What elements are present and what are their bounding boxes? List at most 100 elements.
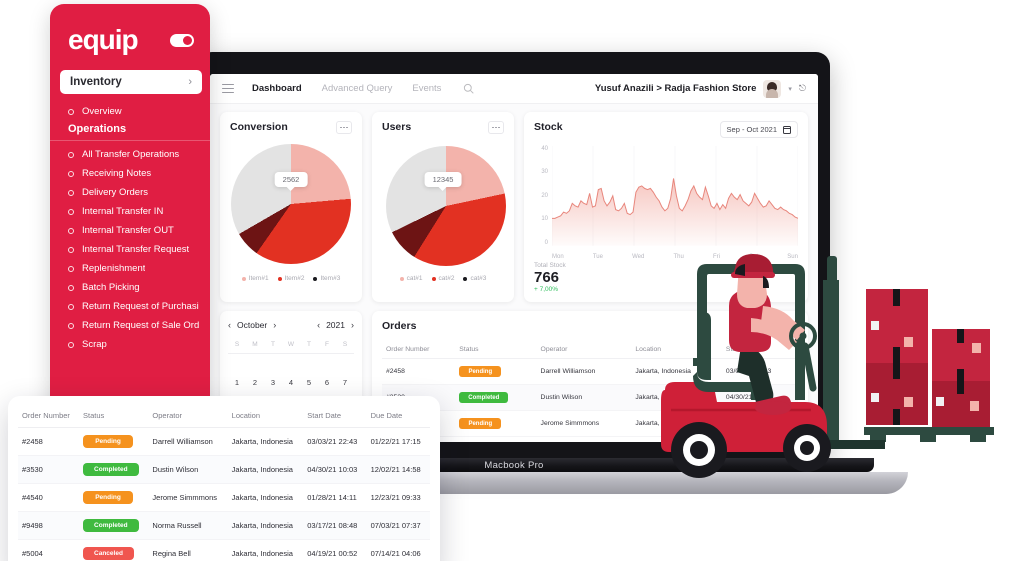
cell-start-date: 04/30/21 10:03 [303, 455, 367, 484]
cell-start-date: 01/28/21 14:11 [303, 483, 367, 512]
column-header[interactable]: Status [455, 341, 537, 359]
topbar-user-area: Yusuf Anazili > Radja Fashion Store ▾ ⎋ [594, 79, 806, 98]
calendar-day[interactable]: 7 [336, 374, 354, 391]
calendar-day-empty: . [336, 357, 354, 374]
tab-dashboard[interactable]: Dashboard [252, 83, 302, 94]
legend-color-dot [313, 276, 318, 281]
cell-order-number: #5004 [18, 539, 80, 561]
calendar-day[interactable]: 1 [228, 374, 246, 391]
column-header[interactable]: Operator [536, 341, 632, 359]
calendar-day[interactable]: 6 [318, 374, 336, 391]
table-row[interactable]: #4540Pending Jerome SimmmonsJakarta, Indo… [18, 483, 430, 512]
stacked-boxes-illustration [864, 289, 994, 442]
hamburger-icon[interactable] [222, 83, 234, 94]
x-tick-label: Wed [632, 253, 645, 260]
bullet-icon [68, 108, 74, 115]
y-tick-label: 30 [541, 169, 548, 176]
sidebar-item[interactable]: Delivery Orders [50, 183, 210, 202]
cell-operator: Dustin Wilson [148, 455, 228, 484]
tab-events[interactable]: Events [412, 83, 441, 94]
sidebar-item[interactable]: Internal Transfer OUT [50, 221, 210, 240]
stock-chart: 403020100 MonTueWedThuFriSatSun [534, 146, 799, 260]
cell-operator: Darrell Williamson [536, 358, 632, 385]
cell-start-date: 04/19/21 00:52 [303, 539, 367, 561]
sidebar-item[interactable]: Internal Transfer IN [50, 202, 210, 221]
cell-operator: Regina Bell [148, 539, 228, 561]
sidebar-item[interactable]: Replenishment [50, 259, 210, 278]
avatar[interactable] [763, 79, 782, 98]
cell-due-date: 07/03/21 07:37 [366, 511, 430, 540]
sidebar-item[interactable]: Return Request of Sale Ord [50, 316, 210, 335]
y-tick-label: 10 [541, 216, 548, 223]
cell-status: Pending [79, 483, 149, 512]
legend-label: cat#1 [406, 275, 423, 282]
status-badge: Pending [455, 410, 537, 437]
chevron-left-icon[interactable]: ‹ [317, 320, 320, 330]
power-icon[interactable]: ⎋ [799, 83, 806, 94]
divider [228, 353, 354, 354]
app-topbar: Dashboard Advanced Query Events Yusuf An… [210, 74, 818, 104]
sidebar: equip Inventory › Overview Operations Al… [50, 4, 210, 414]
legend-color-dot [399, 276, 404, 281]
cell-operator: Jerome Simmmons [148, 483, 228, 512]
more-options-icon[interactable] [488, 121, 504, 134]
bullet-icon [68, 208, 74, 215]
sidebar-item[interactable]: Internal Transfer Request [50, 240, 210, 259]
bullet-icon [68, 341, 74, 348]
legend-color-dot [277, 276, 282, 281]
calendar-dow-label: W [287, 341, 295, 348]
sidebar-item[interactable]: All Transfer Operations [50, 145, 210, 164]
column-header[interactable]: Order Number [382, 341, 456, 359]
column-header[interactable]: Operator [148, 406, 228, 428]
cell-start-date: 03/17/21 08:48 [303, 511, 367, 540]
sidebar-item-label: Return Request of Purchasi [82, 301, 199, 312]
toggle-switch-icon[interactable] [170, 33, 194, 47]
search-icon[interactable] [463, 83, 475, 94]
date-range-selector[interactable]: Sep - Oct 2021 [719, 121, 798, 138]
legend-label: Item#1 [248, 275, 269, 282]
calendar-day[interactable]: 3 [264, 374, 282, 391]
sidebar-item-overview[interactable]: Overview [50, 102, 210, 121]
column-header[interactable]: Due Date [366, 406, 430, 428]
legend-label: cat#2 [438, 275, 455, 282]
calendar-day[interactable]: 2 [246, 374, 264, 391]
status-badge: Completed [459, 392, 509, 403]
chevron-right-icon[interactable]: › [351, 320, 354, 330]
cell-order-number: #4540 [18, 483, 80, 512]
tab-advanced-query[interactable]: Advanced Query [322, 83, 393, 94]
bullet-icon [68, 284, 74, 291]
sidebar-item[interactable]: Batch Picking [50, 278, 210, 297]
cell-status: Completed [79, 455, 149, 484]
breadcrumb: Yusuf Anazili > Radja Fashion Store [594, 83, 757, 94]
sidebar-item[interactable]: Scrap [50, 335, 210, 354]
table-row[interactable]: #9498 Completed Norma Russell Jakarta, Indo… [18, 511, 430, 540]
column-header[interactable]: Status [79, 406, 149, 428]
chevron-down-icon[interactable]: ▾ [788, 85, 792, 93]
sidebar-item[interactable]: Return Request of Purchasi [50, 297, 210, 316]
calendar-month-nav: ‹ October › [228, 320, 276, 330]
calendar-day-empty: . [300, 357, 318, 374]
app-logo: equip [68, 24, 139, 55]
calendar-day-empty: . [282, 357, 300, 374]
column-header[interactable]: Location [227, 406, 304, 428]
chevron-right-icon[interactable]: › [273, 320, 276, 330]
chevron-left-icon[interactable]: ‹ [228, 320, 231, 330]
card-title: Conversion [230, 121, 288, 133]
column-header[interactable]: Start Date [303, 406, 367, 428]
bullet-icon [68, 246, 74, 253]
y-tick-label: 20 [541, 192, 548, 199]
cell-start-date: 03/03/21 22:43 [303, 427, 367, 456]
cell-due-date: 01/22/21 17:15 [366, 427, 430, 456]
pie-tooltip: 12345 [424, 172, 462, 187]
table-body: #2458 Pending Darrell Williamson Jakarta, I… [18, 427, 430, 561]
table-row[interactable]: #2458 Pending Darrell Williamson Jakarta, I… [18, 427, 430, 456]
calendar-day[interactable]: 5 [300, 374, 318, 391]
table-row[interactable]: #3530Completed Dustin WilsonJakarta, Indo… [18, 455, 430, 484]
sidebar-item[interactable]: Receiving Notes [50, 164, 210, 183]
more-options-icon[interactable] [336, 121, 352, 134]
sidebar-item-inventory[interactable]: Inventory › [60, 70, 202, 94]
column-header[interactable]: Order Number [18, 406, 80, 428]
table-row[interactable]: #5004 Canceled Regina Bell Jakarta, Indones… [18, 539, 430, 561]
calendar-day[interactable]: 4 [282, 374, 300, 391]
calendar-header: ‹ October › ‹ 2021 › [228, 320, 354, 330]
